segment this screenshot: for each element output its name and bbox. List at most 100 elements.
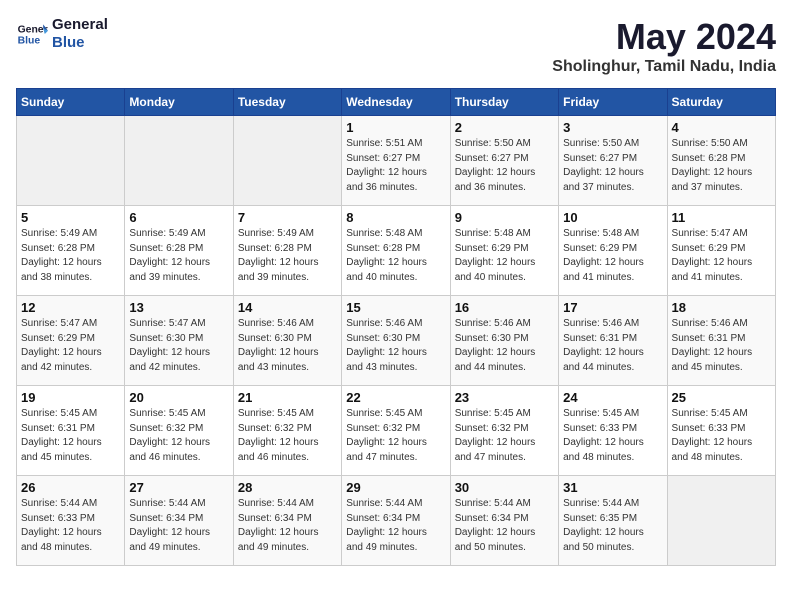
day-number: 9 xyxy=(455,210,554,225)
day-info: Sunrise: 5:48 AM Sunset: 6:29 PM Dayligh… xyxy=(455,227,554,285)
day-info: Sunrise: 5:46 AM Sunset: 6:30 PM Dayligh… xyxy=(238,317,337,375)
day-number: 13 xyxy=(129,300,228,315)
calendar-week-row: 19 Sunrise: 5:45 AM Sunset: 6:31 PM Dayli… xyxy=(17,386,776,476)
day-info: Sunrise: 5:46 AM Sunset: 6:30 PM Dayligh… xyxy=(346,317,445,375)
day-info: Sunrise: 5:44 AM Sunset: 6:34 PM Dayligh… xyxy=(455,497,554,555)
day-number: 22 xyxy=(346,390,445,405)
calendar-cell: 31Sunrise: 5:44 AM Sunset: 6:35 PM Dayli… xyxy=(559,476,667,566)
calendar-cell: 19 Sunrise: 5:45 AM Sunset: 6:31 PM Dayli… xyxy=(17,386,125,476)
calendar-cell: 29 Sunrise: 5:44 AM Sunset: 6:34 PM Dayli… xyxy=(342,476,450,566)
day-number: 16 xyxy=(455,300,554,315)
page-header: General Blue General Blue May 2024 Sholi… xyxy=(16,16,776,76)
calendar-cell: 6 Sunrise: 5:49 AM Sunset: 6:28 PM Daylig… xyxy=(125,206,233,296)
day-number: 24 xyxy=(563,390,662,405)
day-number: 25 xyxy=(672,390,771,405)
day-info: Sunrise: 5:44 AM Sunset: 6:34 PM Dayligh… xyxy=(238,497,337,555)
day-info: Sunrise: 5:44 AM Sunset: 6:34 PM Dayligh… xyxy=(346,497,445,555)
day-info: Sunrise: 5:50 AM Sunset: 6:27 PM Dayligh… xyxy=(563,137,662,195)
day-number: 8 xyxy=(346,210,445,225)
calendar-cell: 7 Sunrise: 5:49 AM Sunset: 6:28 PM Daylig… xyxy=(233,206,341,296)
month-title: May 2024 xyxy=(552,16,776,58)
calendar-cell: 14 Sunrise: 5:46 AM Sunset: 6:30 PM Dayli… xyxy=(233,296,341,386)
header-sunday: Sunday xyxy=(17,89,125,116)
day-number: 17 xyxy=(563,300,662,315)
calendar-cell: 28 Sunrise: 5:44 AM Sunset: 6:34 PM Dayli… xyxy=(233,476,341,566)
calendar-cell xyxy=(17,116,125,206)
logo-icon: General Blue xyxy=(16,18,48,50)
day-number: 11 xyxy=(672,210,771,225)
day-info: Sunrise: 5:49 AM Sunset: 6:28 PM Dayligh… xyxy=(238,227,337,285)
header-friday: Friday xyxy=(559,89,667,116)
calendar-cell: 13Sunrise: 5:47 AM Sunset: 6:30 PM Dayli… xyxy=(125,296,233,386)
day-info: Sunrise: 5:45 AM Sunset: 6:33 PM Dayligh… xyxy=(563,407,662,465)
day-number: 10 xyxy=(563,210,662,225)
day-number: 4 xyxy=(672,120,771,135)
calendar-cell: 25 Sunrise: 5:45 AM Sunset: 6:33 PM Dayli… xyxy=(667,386,775,476)
calendar-header-row: Sunday Monday Tuesday Wednesday Thursday… xyxy=(17,89,776,116)
day-number: 19 xyxy=(21,390,120,405)
svg-text:Blue: Blue xyxy=(18,36,41,47)
calendar-cell: 5 Sunrise: 5:49 AM Sunset: 6:28 PM Daylig… xyxy=(17,206,125,296)
day-number: 28 xyxy=(238,480,337,495)
day-info: Sunrise: 5:45 AM Sunset: 6:32 PM Dayligh… xyxy=(129,407,228,465)
day-number: 30 xyxy=(455,480,554,495)
calendar-cell: 12Sunrise: 5:47 AM Sunset: 6:29 PM Dayli… xyxy=(17,296,125,386)
day-info: Sunrise: 5:50 AM Sunset: 6:27 PM Dayligh… xyxy=(455,137,554,195)
day-info: Sunrise: 5:48 AM Sunset: 6:29 PM Dayligh… xyxy=(563,227,662,285)
day-number: 1 xyxy=(346,120,445,135)
day-number: 3 xyxy=(563,120,662,135)
calendar-cell: 1 Sunrise: 5:51 AM Sunset: 6:27 PM Daylig… xyxy=(342,116,450,206)
calendar-cell: 4Sunrise: 5:50 AM Sunset: 6:28 PM Daylig… xyxy=(667,116,775,206)
day-number: 12 xyxy=(21,300,120,315)
calendar-cell xyxy=(125,116,233,206)
calendar-cell: 30 Sunrise: 5:44 AM Sunset: 6:34 PM Dayli… xyxy=(450,476,558,566)
calendar-cell: 22 Sunrise: 5:45 AM Sunset: 6:32 PM Dayli… xyxy=(342,386,450,476)
day-info: Sunrise: 5:45 AM Sunset: 6:32 PM Dayligh… xyxy=(346,407,445,465)
calendar-week-row: 1 Sunrise: 5:51 AM Sunset: 6:27 PM Daylig… xyxy=(17,116,776,206)
day-number: 20 xyxy=(129,390,228,405)
calendar-cell: 26 Sunrise: 5:44 AM Sunset: 6:33 PM Dayli… xyxy=(17,476,125,566)
day-info: Sunrise: 5:48 AM Sunset: 6:28 PM Dayligh… xyxy=(346,227,445,285)
day-number: 23 xyxy=(455,390,554,405)
calendar-week-row: 12Sunrise: 5:47 AM Sunset: 6:29 PM Dayli… xyxy=(17,296,776,386)
title-block: May 2024 Sholinghur, Tamil Nadu, India xyxy=(552,16,776,76)
day-info: Sunrise: 5:45 AM Sunset: 6:31 PM Dayligh… xyxy=(21,407,120,465)
day-info: Sunrise: 5:45 AM Sunset: 6:32 PM Dayligh… xyxy=(238,407,337,465)
day-info: Sunrise: 5:46 AM Sunset: 6:30 PM Dayligh… xyxy=(455,317,554,375)
day-info: Sunrise: 5:46 AM Sunset: 6:31 PM Dayligh… xyxy=(672,317,771,375)
day-info: Sunrise: 5:45 AM Sunset: 6:33 PM Dayligh… xyxy=(672,407,771,465)
header-monday: Monday xyxy=(125,89,233,116)
calendar-cell: 8 Sunrise: 5:48 AM Sunset: 6:28 PM Daylig… xyxy=(342,206,450,296)
day-info: Sunrise: 5:44 AM Sunset: 6:34 PM Dayligh… xyxy=(129,497,228,555)
calendar-cell: 15Sunrise: 5:46 AM Sunset: 6:30 PM Dayli… xyxy=(342,296,450,386)
day-number: 7 xyxy=(238,210,337,225)
day-number: 6 xyxy=(129,210,228,225)
day-info: Sunrise: 5:49 AM Sunset: 6:28 PM Dayligh… xyxy=(129,227,228,285)
calendar-cell: 17Sunrise: 5:46 AM Sunset: 6:31 PM Dayli… xyxy=(559,296,667,386)
calendar-cell: 24 Sunrise: 5:45 AM Sunset: 6:33 PM Dayli… xyxy=(559,386,667,476)
logo-text-blue: Blue xyxy=(52,34,108,52)
day-number: 29 xyxy=(346,480,445,495)
logo-text-general: General xyxy=(52,16,108,34)
day-number: 18 xyxy=(672,300,771,315)
day-info: Sunrise: 5:49 AM Sunset: 6:28 PM Dayligh… xyxy=(21,227,120,285)
day-number: 2 xyxy=(455,120,554,135)
location: Sholinghur, Tamil Nadu, India xyxy=(552,58,776,76)
day-number: 31 xyxy=(563,480,662,495)
day-number: 14 xyxy=(238,300,337,315)
day-info: Sunrise: 5:45 AM Sunset: 6:32 PM Dayligh… xyxy=(455,407,554,465)
calendar-week-row: 26 Sunrise: 5:44 AM Sunset: 6:33 PM Dayli… xyxy=(17,476,776,566)
day-number: 26 xyxy=(21,480,120,495)
calendar-cell: 23 Sunrise: 5:45 AM Sunset: 6:32 PM Dayli… xyxy=(450,386,558,476)
calendar-cell: 20 Sunrise: 5:45 AM Sunset: 6:32 PM Dayli… xyxy=(125,386,233,476)
calendar-table: Sunday Monday Tuesday Wednesday Thursday… xyxy=(16,88,776,566)
logo: General Blue General Blue xyxy=(16,16,108,52)
day-info: Sunrise: 5:51 AM Sunset: 6:27 PM Dayligh… xyxy=(346,137,445,195)
calendar-cell: 16 Sunrise: 5:46 AM Sunset: 6:30 PM Dayli… xyxy=(450,296,558,386)
day-number: 5 xyxy=(21,210,120,225)
day-number: 27 xyxy=(129,480,228,495)
header-tuesday: Tuesday xyxy=(233,89,341,116)
day-info: Sunrise: 5:44 AM Sunset: 6:33 PM Dayligh… xyxy=(21,497,120,555)
calendar-cell: 27 Sunrise: 5:44 AM Sunset: 6:34 PM Dayli… xyxy=(125,476,233,566)
day-info: Sunrise: 5:47 AM Sunset: 6:29 PM Dayligh… xyxy=(672,227,771,285)
